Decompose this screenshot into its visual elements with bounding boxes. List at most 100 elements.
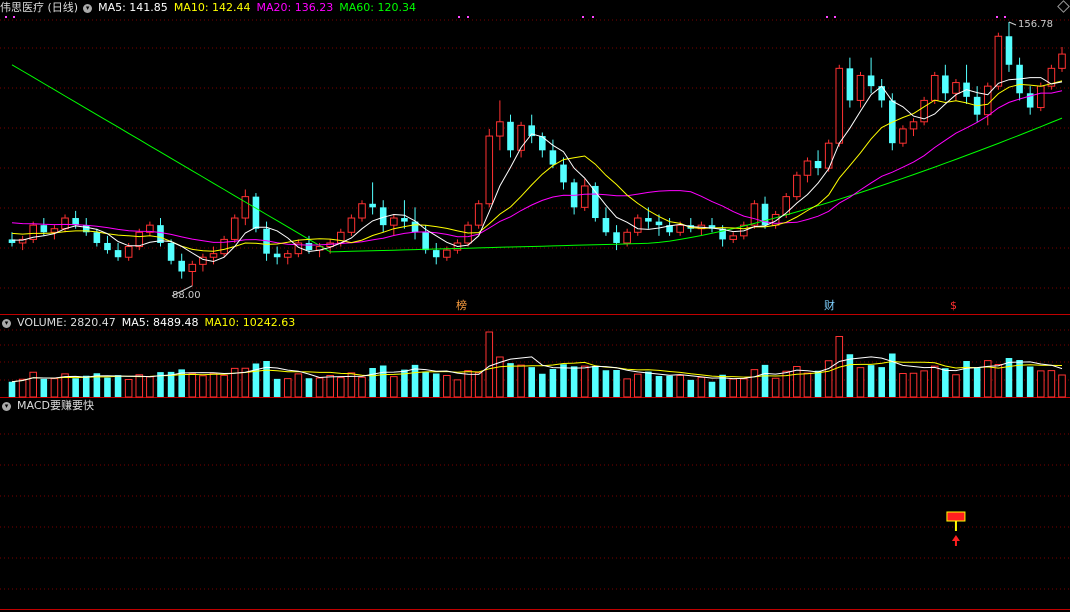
volume-ma5-legend: MA5: 8489.48 xyxy=(121,316,199,329)
volume-bar xyxy=(803,372,812,398)
volume-bar xyxy=(1005,358,1013,397)
candle-body xyxy=(1058,53,1066,69)
volume-bar xyxy=(18,378,27,398)
volume-bar xyxy=(613,370,620,397)
volume-bar xyxy=(50,378,59,398)
candle-body xyxy=(846,68,854,101)
volume-bar xyxy=(135,374,144,398)
volume-bar xyxy=(973,367,981,397)
candle-body xyxy=(803,160,812,176)
candle-body xyxy=(983,85,992,116)
volume-bar xyxy=(1037,370,1045,398)
volume-bar xyxy=(920,370,928,398)
candle-body xyxy=(114,250,122,258)
signal-dot xyxy=(826,16,828,18)
volume-bar xyxy=(963,361,970,397)
volume-bar xyxy=(507,363,514,397)
ma60-legend: MA60: 120.34 xyxy=(339,1,416,14)
candle-body xyxy=(814,161,822,169)
volume-bar xyxy=(432,373,440,397)
signal-arrow-icon xyxy=(951,535,960,541)
indicator-header: ▾ MACD要赚要快 xyxy=(0,398,100,414)
low-price-label: 88.00 xyxy=(172,290,201,301)
menu-chevron-icon[interactable]: ▾ xyxy=(2,318,11,328)
volume-bar xyxy=(623,378,631,398)
candle-body xyxy=(994,35,1003,87)
indicator-title: MACD要赚要快 xyxy=(17,399,94,412)
volume-bar xyxy=(104,377,111,397)
volume-bar xyxy=(729,378,738,398)
event-marker-dollar[interactable]: $ xyxy=(950,300,957,312)
volume-bar xyxy=(824,360,833,398)
volume-bar xyxy=(82,375,90,397)
volume-bar xyxy=(283,378,292,398)
volume-bar xyxy=(114,375,122,397)
menu-chevron-icon[interactable]: ▾ xyxy=(83,3,93,13)
volume-bar xyxy=(570,366,578,397)
signal-dot xyxy=(834,16,836,18)
volume-bar xyxy=(1058,374,1066,398)
candle-body xyxy=(645,218,652,222)
candle-body xyxy=(422,232,429,251)
candle-body xyxy=(835,67,844,144)
candle-body xyxy=(464,224,472,244)
volume-bar xyxy=(952,374,960,398)
event-marker-cai[interactable]: 财 xyxy=(824,300,835,312)
candle-body xyxy=(61,217,69,230)
volume-bar xyxy=(633,373,642,398)
chart-canvas[interactable] xyxy=(0,0,1070,612)
volume-bar xyxy=(474,372,483,398)
volume-bar xyxy=(539,373,546,397)
menu-chevron-icon[interactable]: ▾ xyxy=(2,401,11,411)
volume-bar xyxy=(453,379,462,398)
candle-body xyxy=(40,225,48,233)
candle-body xyxy=(104,242,111,251)
volume-bar xyxy=(994,364,1003,398)
candle-body xyxy=(580,185,589,208)
candle-body xyxy=(347,217,356,233)
volume-bar xyxy=(602,370,610,397)
candle-body xyxy=(220,238,228,255)
candle-body xyxy=(135,231,144,248)
volume-bar xyxy=(930,365,939,398)
signal-dot xyxy=(467,16,469,18)
volume-bar xyxy=(867,365,875,397)
volume-header: ▾ VOLUME: 2820.47 MA5: 8489.48 MA10: 10242.… xyxy=(0,315,301,331)
candle-body xyxy=(283,253,292,258)
candle-body xyxy=(507,121,514,151)
volume-ma10-legend: MA10: 10242.63 xyxy=(204,316,296,329)
price-header: 伟思医疗 (日线) ▾ MA5: 141.85 MA10: 142.44 MA20: 1… xyxy=(0,0,422,16)
volume-bar xyxy=(273,378,281,397)
volume-bar xyxy=(814,370,822,397)
volume-bar xyxy=(379,365,387,397)
candle-body xyxy=(560,164,567,183)
volume-bar xyxy=(199,375,207,398)
candle-body xyxy=(124,246,133,258)
volume-bar xyxy=(263,361,270,397)
event-marker-bang[interactable]: 榜 xyxy=(456,300,467,312)
candle-body xyxy=(1037,85,1045,109)
candle-body xyxy=(942,75,949,94)
volume-bar xyxy=(188,373,197,398)
volume-bar xyxy=(390,376,398,398)
candle-body xyxy=(676,224,684,233)
volume-bar xyxy=(1047,370,1056,398)
candle-body xyxy=(390,217,398,226)
candle-body xyxy=(592,185,599,219)
stock-name: 伟思医疗 (日线) xyxy=(0,1,79,14)
candle-body xyxy=(50,228,59,233)
candle-body xyxy=(178,260,185,272)
candle-body xyxy=(952,82,960,94)
candle-body xyxy=(241,196,250,219)
ma60-line xyxy=(11,64,1063,253)
candle-body xyxy=(305,242,313,251)
candle-body xyxy=(1005,36,1013,65)
candle-body xyxy=(613,232,620,243)
volume-bar xyxy=(645,371,652,397)
candle-body xyxy=(358,203,366,219)
volume-bar xyxy=(40,378,48,397)
volume-bar xyxy=(708,381,716,397)
candle-body xyxy=(230,217,239,240)
candle-body xyxy=(273,253,281,258)
signal-dot xyxy=(5,16,7,18)
